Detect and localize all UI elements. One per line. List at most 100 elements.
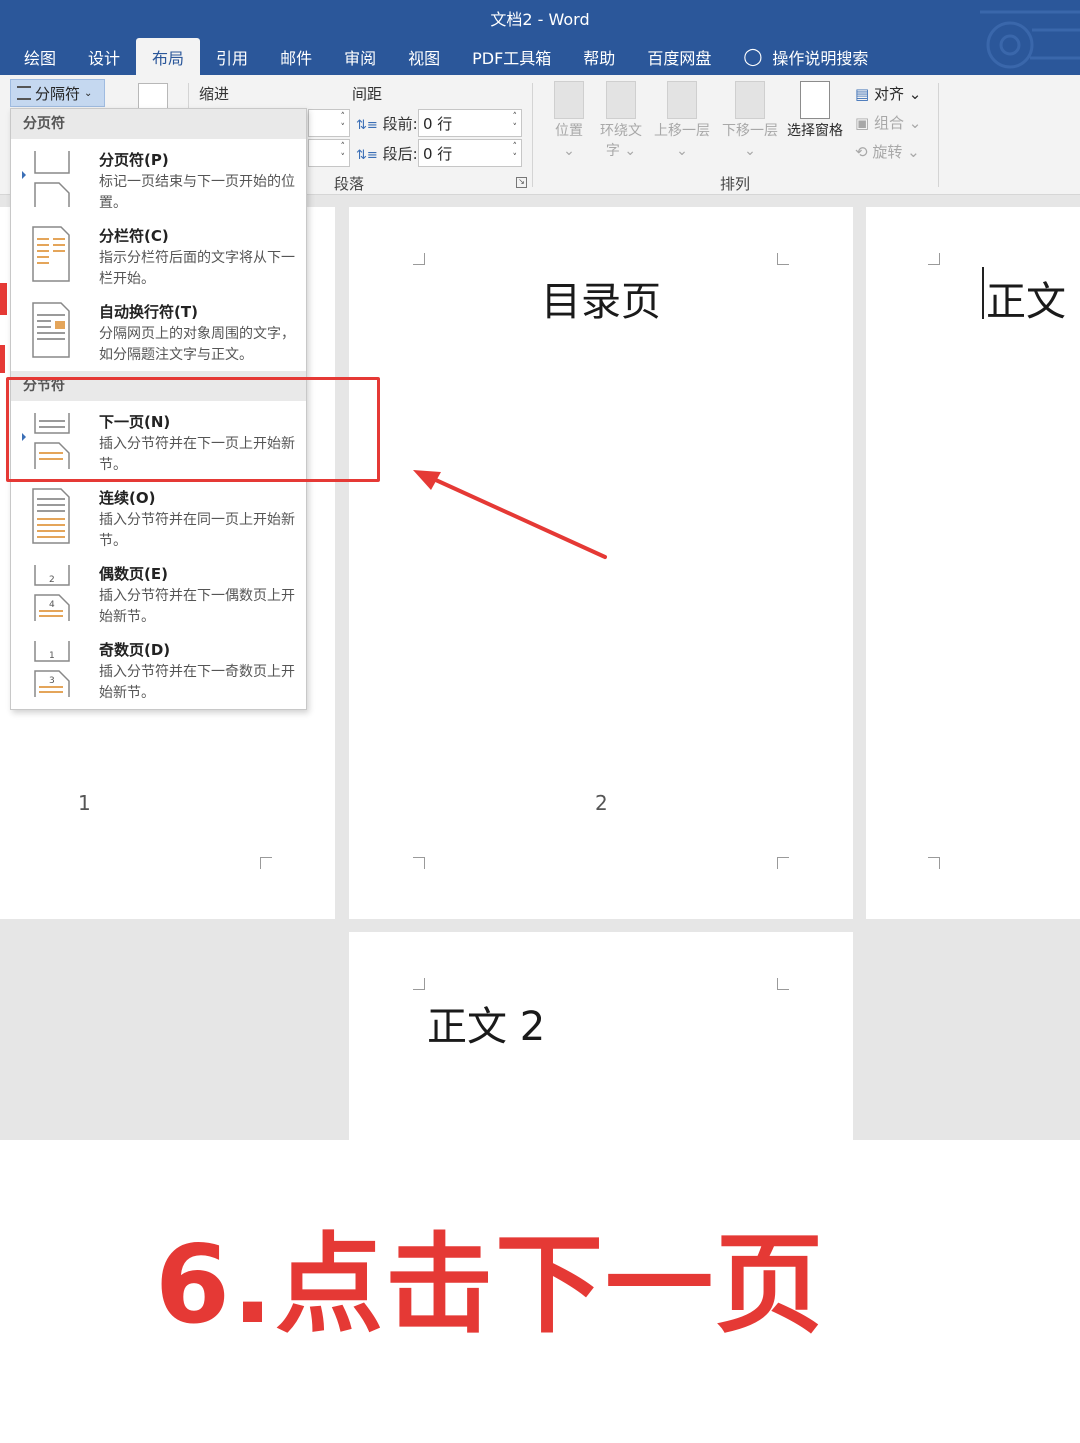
spacing-before-icon: ⇅≡ — [356, 118, 378, 133]
menu-item-desc: 分隔网页上的对象周围的文字，如分隔题注文字与正文。 — [99, 326, 295, 363]
menu-item-title: 连续(O) — [99, 489, 156, 507]
chevron-down-icon: ⌄ — [84, 87, 93, 99]
page-number: 1 — [78, 791, 91, 815]
svg-text:2: 2 — [49, 575, 55, 585]
page-heading: 目录页 — [541, 279, 661, 325]
breaks-icon — [17, 86, 31, 100]
indent-right-input[interactable]: ˄ ˅ — [308, 139, 350, 167]
align-label: 对齐 — [873, 85, 904, 103]
dialog-launcher-icon[interactable]: ↘ — [516, 177, 527, 188]
tab-mailings[interactable]: 邮件 — [264, 38, 328, 75]
menu-item-column-break[interactable]: 分栏符(C) 指示分栏符后面的文字将从下一栏开始。 — [11, 219, 306, 295]
red-arrow-icon — [413, 470, 607, 559]
menu-item-desc: 插入分节符并在下一偶数页上开始新节。 — [99, 588, 295, 625]
annotation-mark — [0, 283, 7, 315]
position-button[interactable]: 位置 ⌄ — [548, 81, 590, 161]
wrap-text-label-2: 字 — [605, 143, 620, 159]
margin-mark — [413, 253, 425, 265]
group-button[interactable]: ▣ 组合 ⌄ — [855, 112, 921, 133]
annotation-mark — [0, 345, 5, 373]
group-icon: ▣ — [855, 114, 870, 132]
chevron-down-icon: ⌄ — [744, 143, 756, 159]
even-page-section-icon: 2 4 — [34, 565, 70, 621]
rotate-label: 旋转 — [872, 143, 903, 161]
spacing-after-label: ⇅≡ 段后: — [356, 143, 418, 164]
menu-item-odd-page[interactable]: 1 3 奇数页(D) 插入分节符并在下一奇数页上开始新节。 — [11, 633, 306, 709]
chevron-down-icon: ⌄ — [676, 143, 688, 159]
menu-item-text-wrapping[interactable]: 自动换行符(T) 分隔网页上的对象周围的文字，如分隔题注文字与正文。 — [11, 295, 306, 371]
separator — [938, 83, 939, 187]
text-cursor — [982, 267, 984, 319]
bring-forward-button[interactable]: 上移一层 ⌄ — [650, 81, 714, 161]
menu-item-continuous[interactable]: 连续(O) 插入分节符并在同一页上开始新节。 — [11, 481, 306, 557]
tab-layout[interactable]: 布局 — [136, 38, 201, 75]
chevron-down-icon: ⌄ — [563, 143, 575, 159]
tell-me-label: 操作说明搜索 — [772, 48, 869, 68]
wrap-text-label: 环绕文 — [600, 123, 642, 139]
margin-mark — [777, 253, 789, 265]
arrange-group-label: 排列 — [720, 175, 751, 193]
page-heading: 正文 — [986, 279, 1066, 325]
menu-item-desc: 插入分节符并在下一奇数页上开始新节。 — [99, 664, 295, 701]
title-bar: 文档2 - Word 绘图 设计 布局 引用 邮件 审阅 视图 PDF工具箱 帮… — [0, 0, 1080, 75]
tab-help[interactable]: 帮助 — [567, 38, 631, 75]
text-wrapping-icon — [32, 302, 70, 358]
spacing-after-input[interactable]: 0 行 ˄ ˅ — [418, 139, 522, 167]
spacing-label: 间距 — [352, 85, 383, 103]
menu-item-desc: 指示分栏符后面的文字将从下一栏开始。 — [99, 250, 295, 287]
breaks-label: 分隔符 — [35, 84, 81, 103]
rotate-button[interactable]: ⟲ 旋转 ⌄ — [855, 141, 920, 162]
indent-left-input[interactable]: ˄ ˅ — [308, 109, 350, 137]
menu-item-even-page[interactable]: 2 4 偶数页(E) 插入分节符并在下一偶数页上开始新节。 — [11, 557, 306, 633]
menu-item-page-break[interactable]: 分页符(P) 标记一页结束与下一页开始的位置。 — [11, 143, 306, 219]
continuous-section-icon — [32, 488, 70, 544]
column-break-icon — [32, 226, 70, 282]
menu-item-title: 自动换行符(T) — [99, 303, 198, 321]
bring-forward-icon — [667, 81, 697, 119]
odd-page-section-icon: 1 3 — [34, 641, 70, 697]
spacing-after-value: 0 行 — [423, 144, 453, 163]
margin-mark — [928, 253, 940, 265]
tab-design[interactable]: 设计 — [72, 38, 136, 75]
svg-text:1: 1 — [49, 651, 55, 661]
spinner-arrows-icon[interactable]: ˄ ˅ — [341, 142, 346, 164]
send-backward-button[interactable]: 下移一层 ⌄ — [718, 81, 782, 161]
page-break-icon — [34, 151, 70, 207]
wrap-text-icon — [606, 81, 636, 119]
group-label: 组合 — [873, 114, 904, 132]
wrap-text-button[interactable]: 环绕文字 ⌄ — [596, 81, 646, 161]
tab-review[interactable]: 审阅 — [328, 38, 392, 75]
spacing-before-text: 段前: — [382, 115, 418, 133]
line-numbers-icon[interactable] — [138, 83, 168, 111]
align-button[interactable]: ▤ 对齐 ⌄ — [855, 83, 921, 104]
spacing-after-text: 段后: — [382, 145, 418, 163]
menu-item-title: 偶数页(E) — [99, 565, 168, 583]
page-3[interactable]: 正文 — [866, 207, 1080, 919]
margin-mark — [777, 978, 789, 990]
breaks-button[interactable]: 分隔符 ⌄ — [10, 79, 105, 107]
spinner-arrows-icon[interactable]: ˄ ˅ — [341, 112, 346, 134]
tab-draw[interactable]: 绘图 — [0, 38, 72, 75]
selection-pane-label: 选择窗格 — [787, 123, 843, 139]
rotate-icon: ⟲ — [855, 143, 868, 161]
spinner-arrows-icon[interactable]: ˄ ˅ — [513, 112, 518, 134]
selection-pane-icon — [800, 81, 830, 119]
menu-item-title: 奇数页(D) — [99, 641, 171, 659]
page-breaks-header: 分页符 — [11, 109, 306, 139]
spacing-before-input[interactable]: 0 行 ˄ ˅ — [418, 109, 522, 137]
chevron-down-icon: ⌄ — [624, 143, 637, 159]
tab-references[interactable]: 引用 — [200, 38, 264, 75]
send-backward-icon — [735, 81, 765, 119]
tab-pdf-toolbox[interactable]: PDF工具箱 — [456, 38, 567, 75]
margin-mark — [413, 978, 425, 990]
svg-text:4: 4 — [49, 600, 55, 610]
separator — [532, 83, 533, 187]
page-4[interactable]: 正文 2 — [349, 932, 853, 1140]
tab-view[interactable]: 视图 — [392, 38, 456, 75]
selection-pane-button[interactable]: 选择窗格 — [783, 81, 847, 141]
chevron-down-icon: ⌄ — [907, 143, 920, 161]
tab-baidu-netdisk[interactable]: 百度网盘 — [631, 38, 727, 75]
menu-item-title: 分页符(P) — [99, 151, 169, 169]
spinner-arrows-icon[interactable]: ˄ ˅ — [513, 142, 518, 164]
tell-me-search[interactable]: ◯ 操作说明搜索 — [727, 38, 884, 75]
